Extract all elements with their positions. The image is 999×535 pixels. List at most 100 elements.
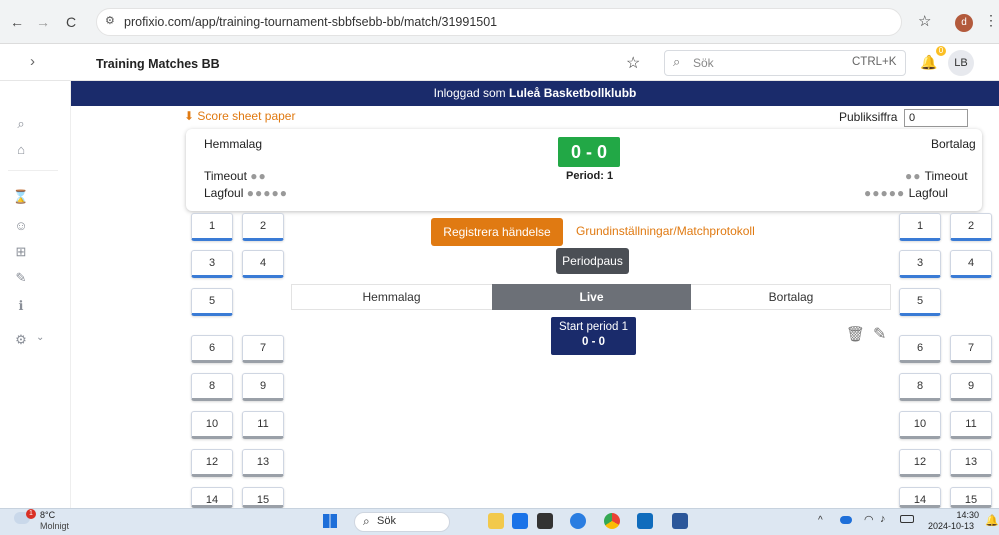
attendance-input[interactable]: 0 [904,109,968,127]
edit-icon[interactable]: ✎ [12,270,30,286]
home-teamfoul-row: Lagfoul ●●●●● [204,186,288,200]
reload-icon[interactable]: C [62,14,80,30]
home-timeout-dots[interactable]: ●● [250,169,267,183]
browser-menu-icon[interactable]: ⋮ [984,12,998,29]
wifi-icon[interactable]: ◠ [864,513,874,526]
away-teamfoul-dots[interactable]: ●●●●● [864,186,905,200]
outlook-icon[interactable] [637,513,653,529]
url-text[interactable]: profixio.com/app/training-tournament-sbb… [124,15,497,29]
tab-home[interactable]: Hemmalag [291,284,492,310]
home-player-13[interactable]: 13 [242,449,284,477]
volume-icon[interactable]: ♪ [880,513,886,525]
tab-live[interactable]: Live [492,284,691,310]
register-event-button[interactable]: Registrera händelse [431,218,563,246]
settings-protocol-link[interactable]: Grundinställningar/Matchprotokoll [576,224,755,238]
score-sheet-label: Score sheet paper [197,109,296,123]
notification-badge: 0 [936,46,946,56]
away-player-3[interactable]: 3 [899,250,941,278]
away-player-5[interactable]: 5 [899,288,941,316]
away-player-4[interactable]: 4 [950,250,992,278]
search-icon: ⌕ [673,54,681,69]
home-player-11[interactable]: 11 [242,411,284,439]
away-player-1[interactable]: 1 [899,213,941,241]
home-player-12[interactable]: 12 [191,449,233,477]
home-timeout-label: Timeout [204,169,247,183]
home-player-8[interactable]: 8 [191,373,233,401]
profile-avatar[interactable]: d [955,14,973,32]
home-player-10[interactable]: 10 [191,411,233,439]
expand-sidebar-icon[interactable]: › [30,53,35,70]
home-player-2[interactable]: 2 [242,213,284,241]
away-player-14[interactable]: 14 [899,487,941,508]
notifications-bell-icon[interactable]: 🔔 [985,514,999,527]
away-team-name: Bortalag [931,137,976,151]
trophy-icon[interactable]: ⌛ [12,189,30,205]
home-player-1[interactable]: 1 [191,213,233,241]
edit-icon[interactable]: ✎ [873,324,886,344]
away-player-15[interactable]: 15 [950,487,992,508]
period-pause-button[interactable]: Periodpaus [556,248,629,274]
away-player-9[interactable]: 9 [950,373,992,401]
away-player-12[interactable]: 12 [899,449,941,477]
edge-icon[interactable] [570,513,586,529]
away-player-11[interactable]: 11 [950,411,992,439]
home-teamfoul-dots[interactable]: ●●●●● [247,186,288,200]
users-icon[interactable]: ☺ [12,218,30,233]
sidebar [0,81,71,508]
home-player-9[interactable]: 9 [242,373,284,401]
bookmark-star-icon[interactable]: ☆ [918,12,931,30]
attendance-label: Publiksiffra [839,110,898,124]
home-player-6[interactable]: 6 [191,335,233,363]
away-player-8[interactable]: 8 [899,373,941,401]
settings-gear-icon[interactable]: ⚙ [12,332,30,348]
grid-icon[interactable]: ⊞ [12,244,30,260]
tray-chevron-icon[interactable]: ^ [818,515,823,526]
home-player-5[interactable]: 5 [191,288,233,316]
away-player-6[interactable]: 6 [899,335,941,363]
home-player-7[interactable]: 7 [242,335,284,363]
onedrive-icon[interactable] [840,516,852,524]
bell-icon[interactable]: 🔔 [920,54,937,71]
battery-icon[interactable] [900,515,914,523]
away-player-7[interactable]: 7 [950,335,992,363]
home-player-3[interactable]: 3 [191,250,233,278]
copilot-icon[interactable] [512,513,528,529]
score-display: 0 - 0 [558,137,620,167]
tab-away[interactable]: Bortalag [691,284,891,310]
away-player-2[interactable]: 2 [950,213,992,241]
home-player-14[interactable]: 14 [191,487,233,508]
away-timeout-dots[interactable]: ●● [905,169,922,183]
chrome-icon[interactable] [604,513,620,529]
files-app-icon[interactable] [488,513,504,529]
info-icon[interactable]: ℹ [12,298,30,314]
period-indicator: Period: 1 [566,170,614,182]
forward-icon[interactable]: → [34,14,52,30]
favorite-star-icon[interactable]: ☆ [626,53,640,73]
user-avatar[interactable]: LB [948,50,974,76]
away-player-13[interactable]: 13 [950,449,992,477]
temperature: 8°C [40,510,56,520]
back-icon[interactable]: ← [8,14,26,30]
weather-text: Molnigt [40,521,70,531]
word-icon[interactable] [672,513,688,529]
clock-date[interactable]: 2024-10-13 [928,521,974,531]
away-player-10[interactable]: 10 [899,411,941,439]
banner-club: Luleå Basketbollklubb [509,86,637,100]
windows-start-icon[interactable] [323,514,337,528]
site-settings-icon[interactable]: ⚙ [105,14,115,27]
trash-icon[interactable]: 🗑 [846,325,865,343]
away-timeout-label: Timeout [924,169,968,183]
search-placeholder[interactable]: Sök [693,56,714,70]
home-teamfoul-label: Lagfoul [204,186,244,200]
search-icon[interactable]: ⌕ [12,116,30,132]
live-event-card[interactable]: Start period 1 0 - 0 [551,317,636,355]
taskbar-search-label[interactable]: Sök [377,515,396,527]
taskview-icon[interactable] [537,513,553,529]
clock-time[interactable]: 14:30 [956,510,979,520]
home-icon[interactable]: ⌂ [12,142,30,157]
chevron-down-icon[interactable]: ⌄ [36,332,44,343]
home-player-15[interactable]: 15 [242,487,284,508]
search-icon: ⌕ [363,514,370,528]
home-player-4[interactable]: 4 [242,250,284,278]
score-sheet-link[interactable]: ⬇ Score sheet paper [184,109,295,123]
